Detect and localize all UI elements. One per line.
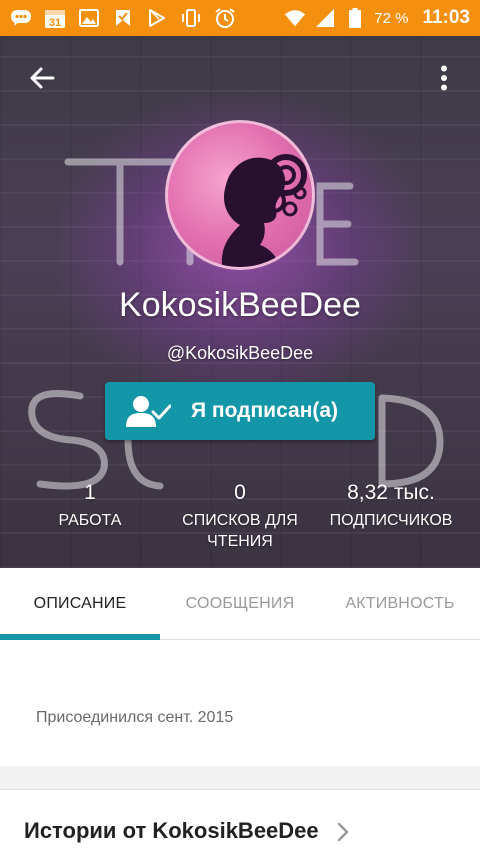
about-section: Присоединился сент. 2015 [0, 640, 480, 766]
stat-works-value: 1 [84, 481, 96, 504]
flag-icon [112, 7, 134, 29]
stat-followers-label: ПОДПИСЧИКОВ [329, 512, 453, 529]
vibrate-icon [180, 7, 202, 29]
tab-activity[interactable]: АКТИВНОСТЬ [320, 568, 480, 640]
tab-about[interactable]: ОПИСАНИЕ [0, 568, 160, 640]
profile-handle: @KokosikBeeDee [166, 343, 314, 363]
following-button[interactable]: Я подписан(а) [105, 382, 375, 440]
back-button[interactable] [20, 56, 64, 100]
joined-date: Присоединился сент. 2015 [36, 709, 234, 726]
wifi-icon [284, 7, 306, 29]
section-divider [0, 766, 480, 790]
stat-reading-lists-value: 0 [234, 481, 246, 504]
arrow-left-icon [30, 67, 55, 89]
chat-icon [10, 7, 32, 29]
stat-reading-lists-label-line2: ЧТЕНИЯ [207, 533, 273, 550]
user-check-icon [126, 396, 171, 427]
profile-username: KokosikBeeDee [119, 286, 361, 324]
image-icon [78, 7, 100, 29]
stat-reading-lists-label-line1: СПИСКОВ ДЛЯ [182, 512, 298, 529]
calendar-icon: 31 [44, 7, 66, 29]
stat-followers-value: 8,32 тыс. [347, 481, 435, 504]
clock: 11:03 [422, 7, 470, 28]
stat-works[interactable]: 1 РАБОТА [30, 480, 150, 531]
tab-messages[interactable]: СООБЩЕНИЯ [160, 568, 320, 640]
profile-tabs: ОПИСАНИЕ СООБЩЕНИЯ АКТИВНОСТЬ [0, 568, 480, 640]
battery-icon [344, 7, 366, 29]
calendar-day: 31 [49, 17, 61, 29]
status-bar: 31 72 % 11:03 [0, 0, 480, 36]
alarm-icon [214, 7, 236, 29]
following-button-label: Я подписан(а) [191, 399, 339, 422]
battery-percent: 72 % [374, 9, 409, 27]
signal-icon [314, 7, 336, 29]
stories-section[interactable]: Истории от KokosikBeeDee [0, 790, 480, 854]
profile-header: KokosikBeeDee @KokosikBeeDee Я подписан(… [0, 36, 480, 568]
stat-followers[interactable]: 8,32 тыс. ПОДПИСЧИКОВ [316, 480, 466, 531]
chevron-right-icon [337, 822, 349, 842]
avatar[interactable] [165, 120, 315, 270]
more-options-button[interactable] [422, 56, 466, 100]
profile-stats: 1 РАБОТА 0 СПИСКОВ ДЛЯ ЧТЕНИЯ 8,32 тыс. П… [0, 480, 480, 560]
woman-silhouette-icon [221, 154, 307, 267]
play-store-icon [146, 7, 168, 29]
stories-title: Истории от KokosikBeeDee [24, 818, 319, 843]
stat-reading-lists[interactable]: 0 СПИСКОВ ДЛЯ ЧТЕНИЯ [168, 480, 312, 552]
more-vertical-icon [441, 65, 447, 91]
stat-reading-lists-label: СПИСКОВ ДЛЯ ЧТЕНИЯ [168, 510, 312, 552]
stat-works-label: РАБОТА [58, 512, 122, 529]
